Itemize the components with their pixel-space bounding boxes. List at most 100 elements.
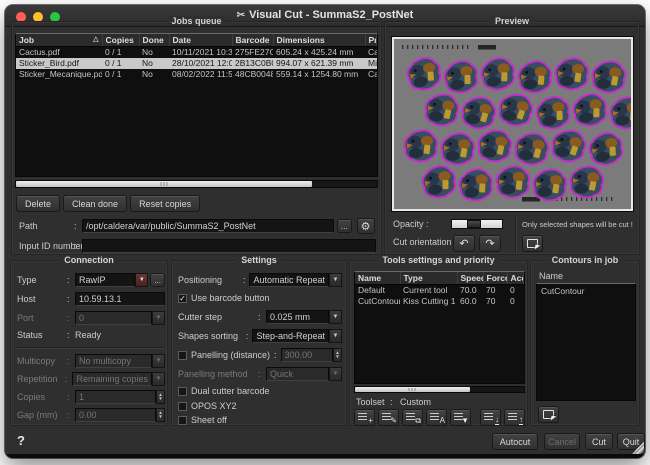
duplicate-tool-button[interactable]: ⧉: [402, 409, 423, 426]
col-dimensions[interactable]: Dimensions: [273, 34, 365, 47]
dropdown-icon[interactable]: ▼: [329, 367, 342, 381]
sticker-shape[interactable]: [405, 55, 443, 92]
cancel-button[interactable]: Cancel: [544, 433, 580, 450]
sticker-shape[interactable]: [421, 164, 458, 199]
sticker-shape[interactable]: [550, 127, 588, 164]
reset-copies-button[interactable]: Reset copies: [130, 195, 200, 212]
job-row[interactable]: Cactus.pdf0 / 1No10/11/2021 10:33275FE27…: [16, 47, 377, 58]
sticker-shape[interactable]: [534, 95, 572, 131]
tools-table-header[interactable]: NameTypeSpeedForceAccel: [355, 272, 524, 285]
col-done[interactable]: Done: [139, 34, 169, 47]
opacity-slider[interactable]: [451, 219, 503, 229]
preview-canvas[interactable]: [392, 37, 633, 211]
col-barcode[interactable]: Barcode: [232, 34, 273, 47]
cutter-step-select[interactable]: 0.025 mm ▼: [266, 310, 342, 324]
import-toolset-button[interactable]: ↓: [480, 409, 501, 426]
panelling-method-select[interactable]: Quick ▼: [266, 367, 342, 381]
dropdown-icon[interactable]: ▼: [135, 273, 148, 287]
sticker-shape[interactable]: [533, 169, 566, 201]
dropdown-icon[interactable]: ▼: [152, 311, 165, 325]
opos-checkbox[interactable]: [178, 402, 187, 411]
dual-cutter-checkbox[interactable]: [178, 387, 187, 396]
jobs-table-hscrollbar[interactable]: [15, 180, 378, 188]
browse-path-button[interactable]: ...: [337, 219, 352, 233]
sticker-shape[interactable]: [513, 131, 550, 166]
job-row[interactable]: Sticker_Bird.pdf0 / 1No28/10/2021 12:042…: [16, 58, 377, 69]
input-id-field[interactable]: [82, 239, 376, 253]
sticker-shape[interactable]: [610, 96, 631, 129]
dropdown-icon[interactable]: ▼: [329, 273, 342, 287]
port-select[interactable]: 0 ▼: [75, 311, 165, 325]
sticker-shape[interactable]: [480, 57, 516, 91]
panelling-distance-stepper[interactable]: 300.00 ▲▼: [281, 348, 342, 362]
jobs-table[interactable]: △Job Copies Done Date Barcode Dimensions…: [15, 33, 378, 177]
shapes-sorting-select[interactable]: Step-and-Repeat ▼: [252, 329, 342, 343]
dropdown-icon[interactable]: ▼: [329, 310, 342, 324]
sticker-shape[interactable]: [518, 60, 552, 93]
spinner-arrows-icon[interactable]: ▲▼: [333, 348, 342, 362]
copies-stepper[interactable]: 1 ▲▼: [75, 390, 165, 404]
sticker-shape[interactable]: [458, 168, 493, 202]
use-barcode-checkbox[interactable]: ✓: [178, 294, 187, 303]
connection-type-select[interactable]: RawIP ▼: [75, 273, 148, 287]
col-date[interactable]: Date: [169, 34, 232, 47]
col-job[interactable]: △Job: [16, 34, 102, 47]
tool-row[interactable]: DefaultCurrent tool70.0700: [355, 285, 524, 296]
col-printer[interactable]: Prin: [365, 34, 377, 47]
spinner-arrows-icon[interactable]: ▲▼: [156, 408, 165, 422]
job-row[interactable]: Sticker_Mecanique.pdf0 / 1No08/02/2022 1…: [16, 69, 377, 80]
gap-stepper[interactable]: 0.00 ▲▼: [75, 408, 165, 422]
sticker-shape[interactable]: [592, 60, 626, 93]
sticker-shape[interactable]: [496, 91, 534, 128]
multicopy-select[interactable]: No multicopy ▼: [75, 354, 165, 368]
resize-grip[interactable]: [632, 442, 644, 454]
sort-tools-desc-button[interactable]: ▼: [450, 409, 471, 426]
jobs-table-header[interactable]: △Job Copies Done Date Barcode Dimensions…: [16, 34, 377, 47]
dropdown-icon[interactable]: ▼: [152, 372, 165, 386]
sticker-shape[interactable]: [556, 58, 589, 89]
sticker-shape[interactable]: [441, 133, 475, 165]
sticker-shape[interactable]: [442, 59, 479, 95]
sticker-shape[interactable]: [477, 129, 512, 163]
contours-panel: Contours in job Name CutContour: [530, 260, 640, 426]
repetition-select[interactable]: Remaining copies ▼: [72, 372, 165, 386]
sticker-shape[interactable]: [569, 165, 604, 198]
sticker-shape[interactable]: [587, 130, 625, 167]
sticker-shape[interactable]: [572, 92, 608, 127]
tools-table[interactable]: NameTypeSpeedForceAccel DefaultCurrent t…: [354, 271, 525, 384]
opacity-slider-handle[interactable]: [467, 220, 481, 228]
contour-item[interactable]: CutContour: [537, 284, 635, 298]
path-settings-button[interactable]: ⚙: [357, 218, 375, 234]
autocut-button[interactable]: Autocut: [492, 433, 538, 450]
tools-table-hscrollbar[interactable]: [354, 386, 525, 393]
cut-button[interactable]: Cut: [585, 433, 613, 450]
rotate-right-button[interactable]: ↷: [479, 235, 501, 252]
select-contour-button[interactable]: [538, 406, 559, 423]
dropdown-icon[interactable]: ▼: [152, 354, 165, 368]
delete-button[interactable]: Delete: [16, 195, 60, 212]
select-shapes-button[interactable]: [522, 235, 543, 252]
dropdown-icon[interactable]: ▼: [329, 329, 342, 343]
sticker-shape[interactable]: [496, 166, 530, 198]
sticker-shape[interactable]: [404, 130, 437, 162]
col-copies[interactable]: Copies: [102, 34, 139, 47]
export-toolset-button[interactable]: ↑: [504, 409, 525, 426]
sheet-off-checkbox[interactable]: [178, 416, 187, 425]
sort-tools-asc-button[interactable]: A: [426, 409, 447, 426]
positioning-select[interactable]: Automatic Repeat ▼: [249, 273, 342, 287]
spinner-arrows-icon[interactable]: ▲▼: [156, 390, 165, 404]
host-input[interactable]: 10.59.13.1: [75, 292, 165, 306]
rotate-left-button[interactable]: ↶: [453, 235, 475, 252]
edit-tool-button[interactable]: ✎: [378, 409, 399, 426]
path-input[interactable]: /opt/caldera/var/public/SummaS2_PostNet: [82, 219, 334, 233]
tool-row[interactable]: CutContourKiss Cutting 160.0700: [355, 296, 524, 307]
contours-list[interactable]: CutContour: [536, 283, 636, 401]
preview-stickers[interactable]: [394, 39, 631, 209]
connection-browse-button[interactable]: ...: [150, 273, 165, 287]
panelling-checkbox[interactable]: [178, 351, 187, 360]
clean-done-button[interactable]: Clean done: [63, 195, 127, 212]
sticker-shape[interactable]: [424, 93, 460, 127]
add-tool-button[interactable]: +: [354, 409, 375, 426]
sticker-shape[interactable]: [460, 95, 497, 131]
help-button[interactable]: ?: [17, 433, 25, 448]
